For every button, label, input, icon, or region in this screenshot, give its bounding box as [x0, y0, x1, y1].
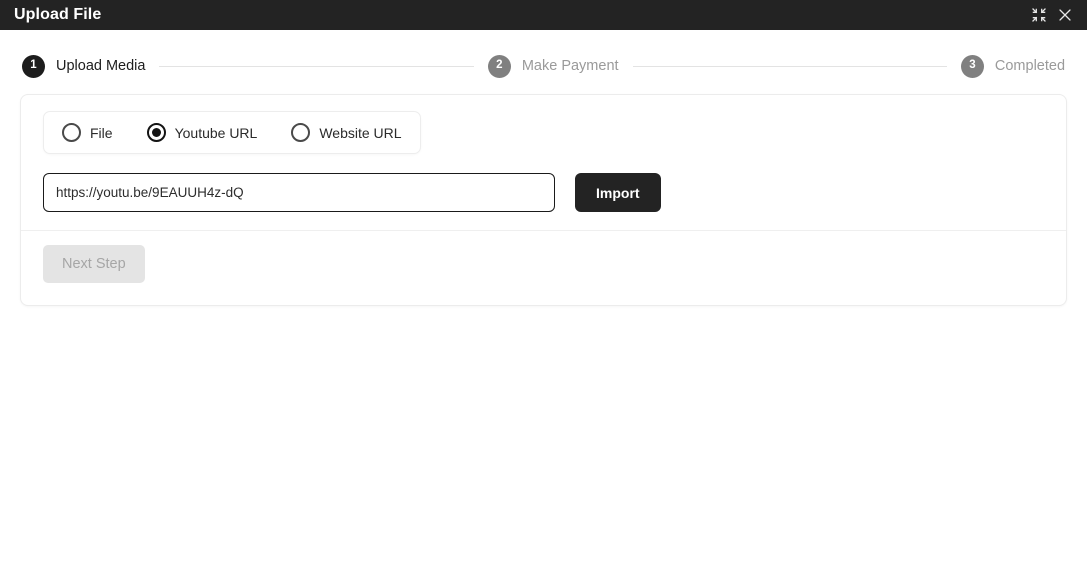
radio-option-youtube-url[interactable]: Youtube URL	[146, 123, 258, 142]
close-icon[interactable]	[1055, 5, 1075, 25]
source-type-radio-group: File Youtube URL Website URL	[43, 111, 421, 154]
url-import-row: Import	[43, 173, 1044, 212]
step-make-payment[interactable]: 2 Make Payment	[487, 54, 619, 78]
upload-media-card-footer: Next Step	[21, 231, 1066, 305]
step-1-label: Upload Media	[56, 57, 146, 74]
step-upload-media[interactable]: 1 Upload Media	[22, 54, 146, 78]
radio-option-website-url[interactable]: Website URL	[291, 123, 402, 142]
radio-circle-icon	[146, 123, 166, 142]
step-2-number: 2	[487, 54, 511, 78]
step-connector-2	[632, 65, 947, 67]
import-button[interactable]: Import	[575, 173, 661, 212]
radio-circle-icon	[62, 123, 81, 142]
step-3-label: Completed	[994, 57, 1066, 74]
upload-media-card: File Youtube URL Website URL Import Next…	[20, 94, 1067, 306]
next-step-button[interactable]: Next Step	[43, 245, 145, 283]
step-2-label: Make Payment	[521, 57, 619, 74]
progress-stepper: 1 Upload Media 2 Make Payment 3 Complete…	[0, 38, 1087, 94]
url-input[interactable]	[43, 173, 555, 212]
radio-label-youtube-url: Youtube URL	[174, 124, 258, 141]
window-controls	[1029, 5, 1075, 25]
step-1-number: 1	[22, 54, 45, 78]
collapse-inward-icon[interactable]	[1029, 5, 1049, 25]
radio-circle-icon	[291, 123, 311, 142]
step-completed[interactable]: 3 Completed	[960, 54, 1066, 78]
radio-option-file[interactable]: File	[62, 123, 113, 142]
window-title: Upload File	[14, 6, 102, 23]
radio-label-file: File	[90, 124, 113, 141]
step-3-number: 3	[960, 54, 984, 78]
step-connector-1	[159, 65, 474, 67]
radio-dot-icon	[151, 128, 161, 137]
window-titlebar: Upload File	[0, 0, 1087, 30]
upload-media-card-body: File Youtube URL Website URL Import	[21, 95, 1066, 230]
radio-label-website-url: Website URL	[319, 124, 402, 141]
